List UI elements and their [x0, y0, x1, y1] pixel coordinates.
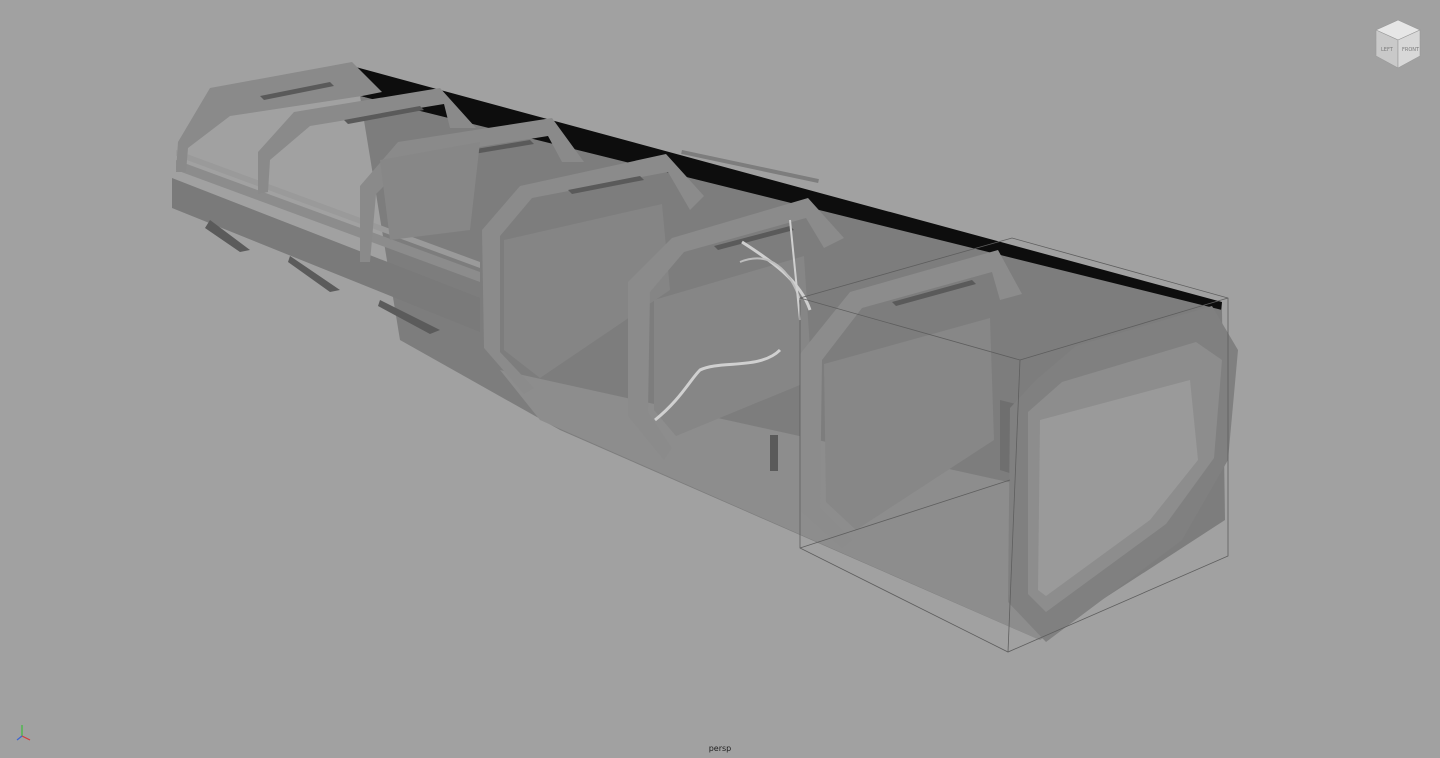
view-cube[interactable]: LEFT FRONT — [1374, 18, 1422, 70]
view-cube-left-label: LEFT — [1381, 47, 1394, 53]
axis-gizmo — [16, 725, 31, 741]
3d-viewport[interactable]: LEFT FRONT persp — [0, 0, 1440, 758]
scene-render[interactable] — [0, 0, 1440, 758]
x-axis-icon — [21, 735, 31, 741]
camera-name-label: persp — [708, 744, 732, 753]
wall-panel — [770, 435, 778, 471]
z-axis-icon — [16, 735, 23, 741]
view-cube-front-label: FRONT — [1402, 47, 1420, 53]
